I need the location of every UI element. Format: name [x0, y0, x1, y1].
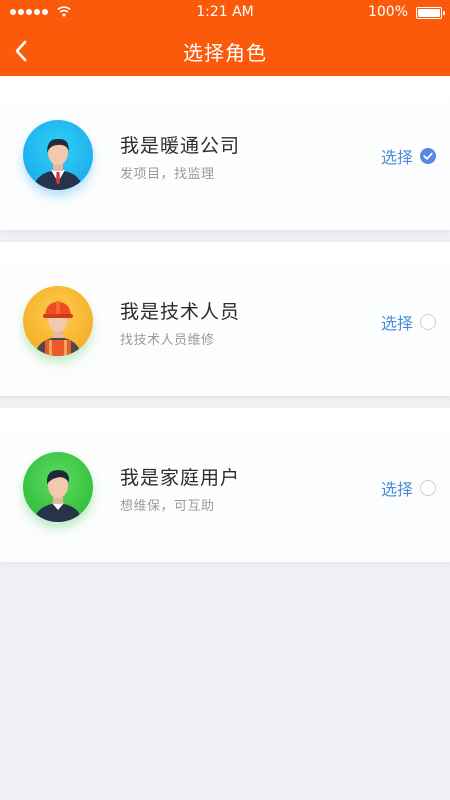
page-title: 选择角色: [183, 41, 267, 65]
select-label: 选择: [380, 148, 413, 167]
select-button[interactable]: 选择: [381, 476, 436, 500]
header: 1:21 AM 100% 选择角色: [0, 0, 450, 76]
select-button[interactable]: 选择: [381, 310, 436, 334]
radio-unchecked-icon[interactable]: [420, 480, 436, 496]
role-card-technician[interactable]: 我是技术人员 找技术人员维修 选择: [0, 242, 450, 396]
select-button[interactable]: 选择: [381, 144, 436, 168]
role-title: 我是技术人员: [120, 301, 241, 323]
role-card-hvac-company[interactable]: 我是暖通公司 发项目，找监理 选择: [0, 76, 450, 230]
radio-unchecked-icon[interactable]: [420, 314, 436, 330]
home-user-avatar-icon: [23, 452, 93, 522]
check-icon[interactable]: [420, 148, 436, 164]
role-title: 我是暖通公司: [120, 135, 241, 157]
select-label: 选择: [380, 314, 413, 333]
role-description: 想维保，可互助: [120, 499, 215, 514]
status-bar: 1:21 AM 100%: [0, 0, 450, 26]
role-title: 我是家庭用户: [120, 467, 241, 489]
business-man-avatar-icon: [23, 120, 93, 190]
role-card-home-user[interactable]: 我是家庭用户 想维保，可互助 选择: [0, 408, 450, 562]
role-description: 找技术人员维修: [120, 333, 215, 348]
battery-percentage: 100%: [367, 4, 408, 20]
construction-worker-avatar-icon: [23, 286, 93, 356]
role-description: 发项目，找监理: [120, 167, 215, 182]
select-label: 选择: [380, 480, 413, 499]
battery-icon: [416, 7, 445, 19]
